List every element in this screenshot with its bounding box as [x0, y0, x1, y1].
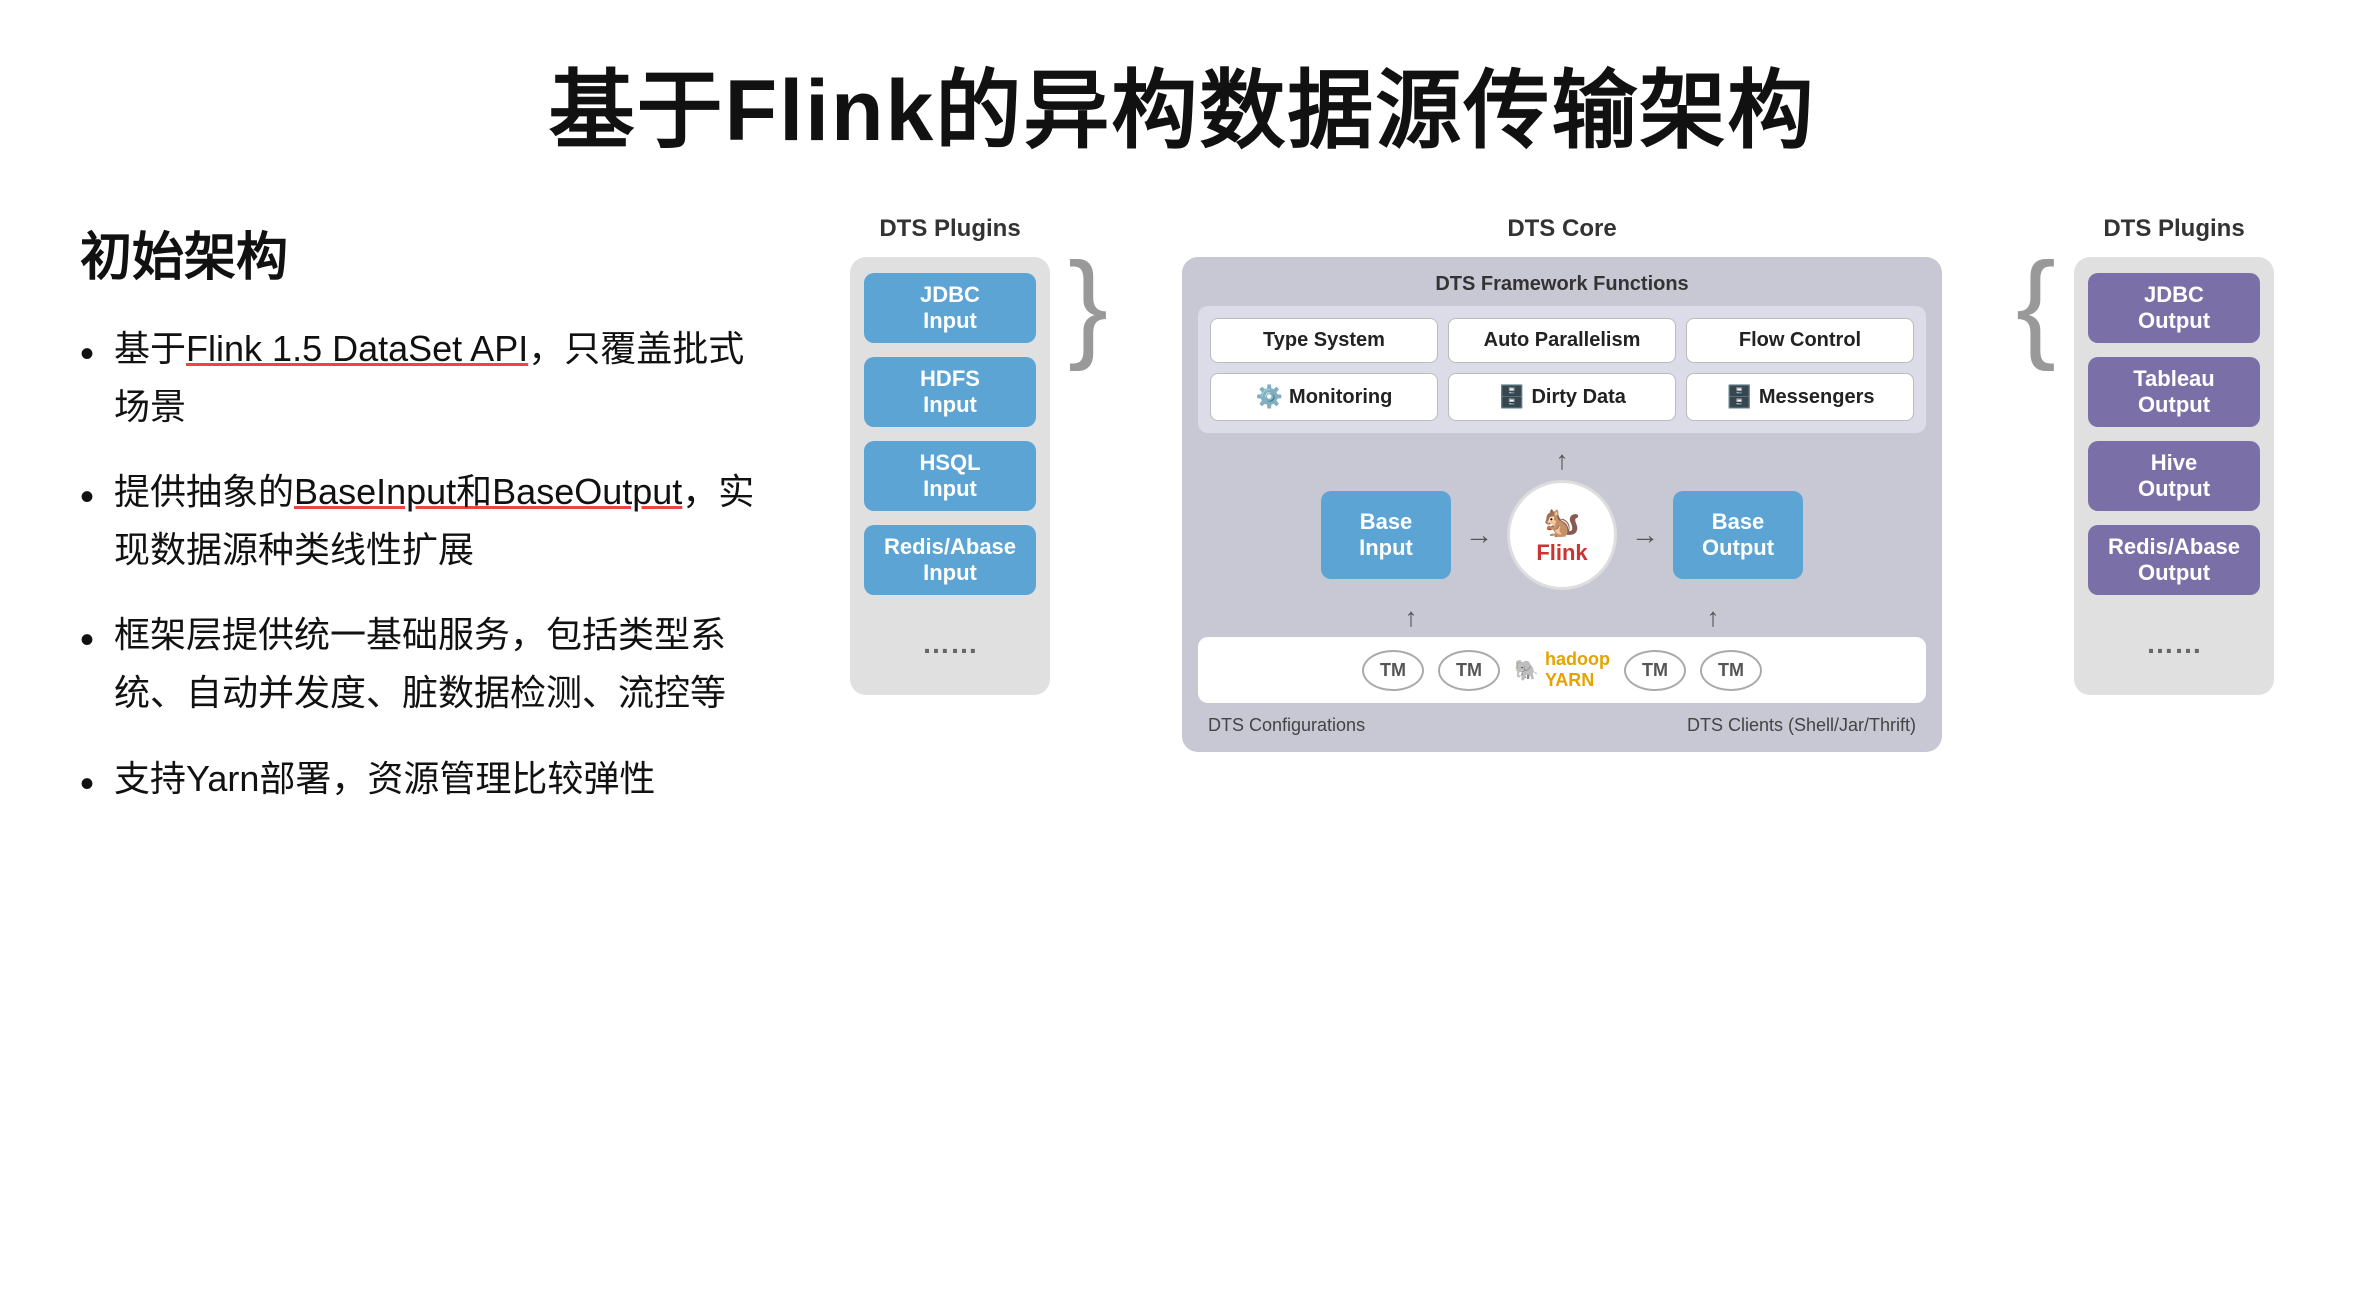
- hsql-input: HSQLInput: [864, 441, 1036, 511]
- list-item: • 提供抽象的BaseInput和BaseOutput，实现数据源种类线性扩展: [80, 463, 780, 578]
- left-brace: }: [1068, 215, 1108, 365]
- dts-configurations: DTS Configurations: [1208, 715, 1365, 736]
- redis-output: Redis/AbaseOutput: [2088, 525, 2260, 595]
- bullet-list: • 基于Flink 1.5 DataSet API，只覆盖批式场景 • 提供抽象…: [80, 320, 780, 816]
- dts-core: DTS Core DTS Framework Functions Type Sy…: [1116, 215, 2008, 752]
- dts-clients: DTS Clients (Shell/Jar/Thrift): [1687, 715, 1916, 736]
- functions-label: DTS Framework Functions: [1198, 273, 1926, 296]
- flink-squirrel-icon: 🐿️: [1543, 505, 1580, 540]
- config-row: DTS Configurations DTS Clients (Shell/Ja…: [1198, 715, 1926, 736]
- base-input: BaseInput: [1321, 491, 1451, 579]
- messengers: 🗄️ Messengers: [1686, 373, 1914, 421]
- redis-input: Redis/AbaseInput: [864, 525, 1036, 595]
- messengers-icon: 🗄️: [1725, 384, 1752, 410]
- more-output: ……: [2088, 609, 2260, 679]
- core-middle: BaseInput → 🐿️ Flink → BaseOutput: [1198, 480, 1926, 590]
- left-plugin-box: JDBCInput HDFSInput HSQLInput Redis/Abas…: [850, 257, 1050, 695]
- hadoop-icon: 🐘: [1514, 658, 1539, 683]
- bullet-text-2: 提供抽象的BaseInput和BaseOutput，实现数据源种类线性扩展: [114, 463, 780, 578]
- section-heading: 初始架构: [80, 215, 780, 290]
- tm-2: TM: [1438, 650, 1500, 691]
- bullet-dot: •: [80, 608, 94, 672]
- bullet-dot: •: [80, 322, 94, 386]
- bullet-text-4: 支持Yarn部署，资源管理比较弹性: [114, 750, 655, 808]
- right-plugin-label: DTS Plugins: [2103, 215, 2244, 243]
- tm-4: TM: [1700, 650, 1762, 691]
- hadoop-text: hadoopYARN: [1545, 649, 1610, 691]
- arrow-to-flink: →: [1465, 519, 1493, 551]
- right-brace: {: [2016, 215, 2056, 365]
- list-item: • 框架层提供统一基础服务，包括类型系统、自动并发度、脏数据检测、流控等: [80, 606, 780, 721]
- dts-plugins-right: DTS Plugins JDBCOutput TableauOutput Hiv…: [2064, 215, 2284, 695]
- jdbc-output: JDBCOutput: [2088, 273, 2260, 343]
- arch-diagram: DTS Plugins JDBCInput HDFSInput HSQLInpu…: [840, 215, 2284, 752]
- bullet-dot: •: [80, 465, 94, 529]
- hive-output: HiveOutput: [2088, 441, 2260, 511]
- up-arrow-2: ↑ ↑: [1198, 602, 1926, 633]
- dts-plugins-left: DTS Plugins JDBCInput HDFSInput HSQLInpu…: [840, 215, 1060, 695]
- yarn-row: TM TM 🐘 hadoopYARN TM TM: [1198, 637, 1926, 703]
- flow-control: Flow Control: [1686, 318, 1914, 363]
- jdbc-input: JDBCInput: [864, 273, 1036, 343]
- arrow-to-output: →: [1631, 519, 1659, 551]
- list-item: • 支持Yarn部署，资源管理比较弹性: [80, 750, 780, 816]
- left-plugin-label: DTS Plugins: [879, 215, 1020, 243]
- bullet-dot: •: [80, 752, 94, 816]
- functions-box: Type System Auto Parallelism Flow Contro…: [1198, 306, 1926, 433]
- tableau-output: TableauOutput: [2088, 357, 2260, 427]
- core-outer-box: DTS Framework Functions Type System Auto…: [1182, 257, 1942, 752]
- auto-parallelism: Auto Parallelism: [1448, 318, 1676, 363]
- diagram-area: DTS Plugins JDBCInput HDFSInput HSQLInpu…: [840, 215, 2284, 752]
- tm-3: TM: [1624, 650, 1686, 691]
- hadoop-yarn-logo: 🐘 hadoopYARN: [1514, 649, 1610, 691]
- monitoring: ⚙️ Monitoring: [1210, 373, 1438, 421]
- core-label: DTS Core: [1507, 215, 1616, 243]
- dirty-data: 🗄️ Dirty Data: [1448, 373, 1676, 421]
- bullet-text-3: 框架层提供统一基础服务，包括类型系统、自动并发度、脏数据检测、流控等: [114, 606, 780, 721]
- monitoring-icon: ⚙️: [1256, 384, 1283, 410]
- hdfs-input: HDFSInput: [864, 357, 1036, 427]
- flink-logo: 🐿️ Flink: [1507, 480, 1617, 590]
- more-input: ……: [864, 609, 1036, 679]
- tm-1: TM: [1362, 650, 1424, 691]
- left-panel: 初始架构 • 基于Flink 1.5 DataSet API，只覆盖批式场景 •…: [80, 215, 780, 844]
- flink-text: Flink: [1536, 540, 1587, 566]
- type-system: Type System: [1210, 318, 1438, 363]
- functions-row-1: Type System Auto Parallelism Flow Contro…: [1210, 318, 1914, 363]
- list-item: • 基于Flink 1.5 DataSet API，只覆盖批式场景: [80, 320, 780, 435]
- bullet-text-1: 基于Flink 1.5 DataSet API，只覆盖批式场景: [114, 320, 780, 435]
- up-arrow-1: ↑: [1198, 445, 1926, 476]
- dirty-data-icon: 🗄️: [1498, 384, 1525, 410]
- functions-row-2: ⚙️ Monitoring 🗄️ Dirty Data 🗄️ Messenger…: [1210, 373, 1914, 421]
- main-title: 基于Flink的异构数据源传输架构: [80, 40, 2284, 165]
- right-plugin-box: JDBCOutput TableauOutput HiveOutput Redi…: [2074, 257, 2274, 695]
- base-output: BaseOutput: [1673, 491, 1803, 579]
- content-area: 初始架构 • 基于Flink 1.5 DataSet API，只覆盖批式场景 •…: [80, 215, 2284, 844]
